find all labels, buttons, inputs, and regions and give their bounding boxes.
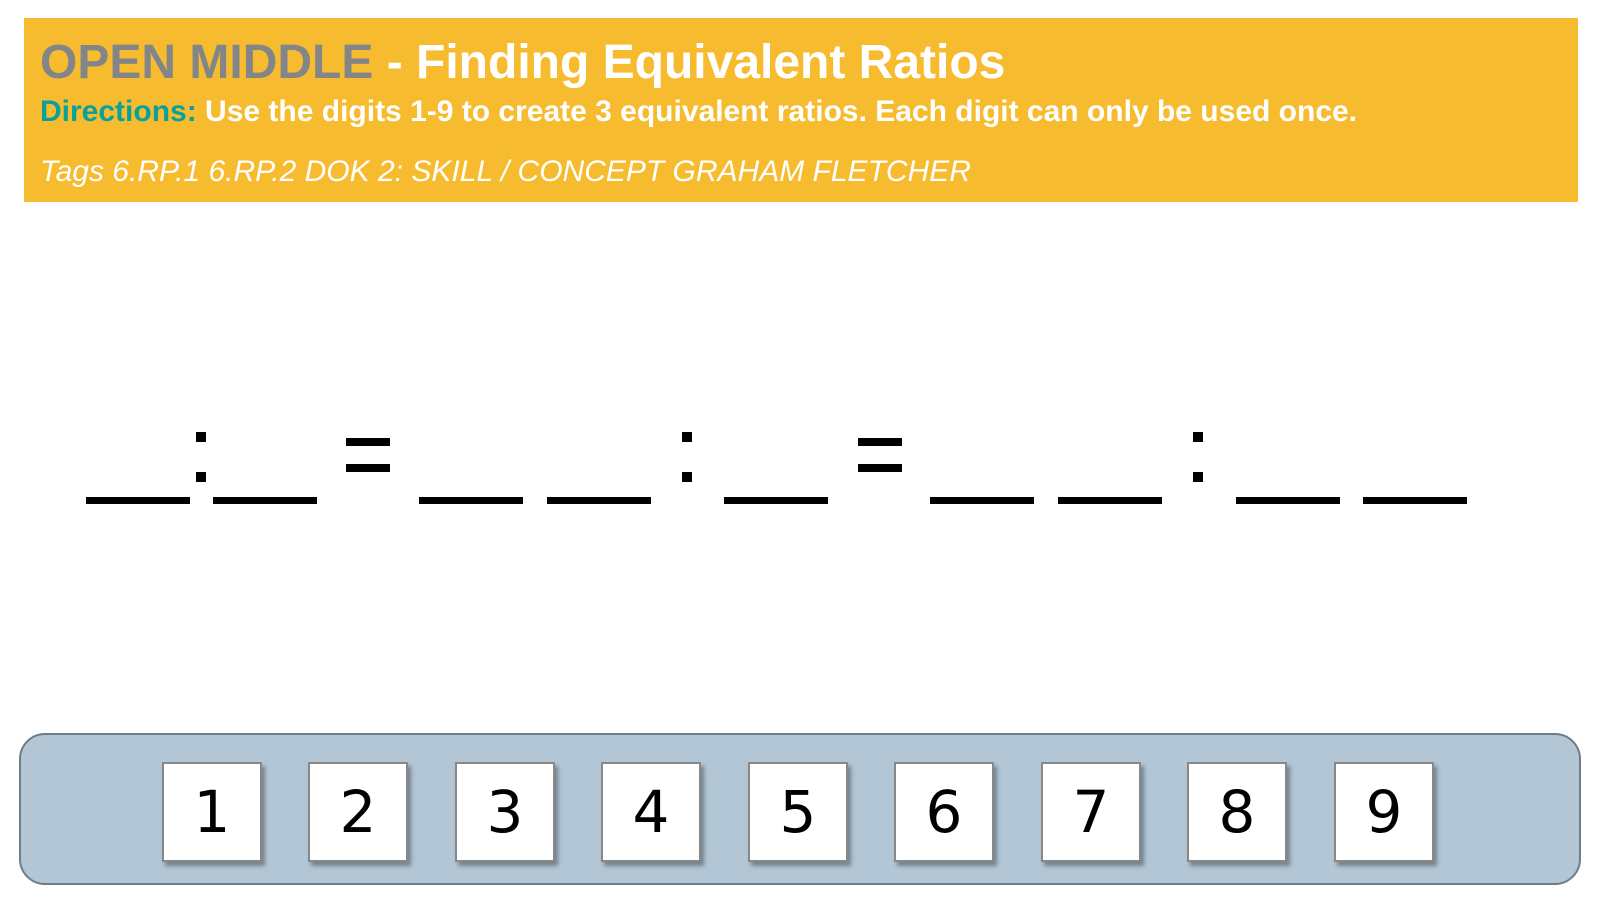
header-banner: OPEN MIDDLE - Finding Equivalent Ratios … <box>24 18 1578 202</box>
slide: OPEN MIDDLE - Finding Equivalent Ratios … <box>0 0 1600 900</box>
answer-blank[interactable] <box>724 497 828 504</box>
equals-sign <box>858 438 902 476</box>
digit-tile[interactable]: 4 <box>601 762 701 862</box>
page-title: OPEN MIDDLE - Finding Equivalent Ratios <box>40 36 1005 90</box>
brand-label: OPEN MIDDLE <box>40 36 374 89</box>
answer-blank[interactable] <box>1363 497 1467 504</box>
directions: Directions: Use the digits 1-9 to create… <box>40 94 1357 130</box>
answer-blank[interactable] <box>547 497 651 504</box>
directions-label: Directions: <box>40 95 197 128</box>
digit-tile[interactable]: 5 <box>748 762 848 862</box>
answer-blank[interactable] <box>930 497 1034 504</box>
answer-blank[interactable] <box>1236 497 1340 504</box>
directions-text: Use the digits 1-9 to create 3 equivalen… <box>196 95 1358 128</box>
answer-blank[interactable] <box>213 497 317 504</box>
answer-blank[interactable] <box>419 497 523 504</box>
digit-tile[interactable]: 7 <box>1041 762 1141 862</box>
digit-tile[interactable]: 8 <box>1187 762 1287 862</box>
digit-tile[interactable]: 3 <box>455 762 555 862</box>
digit-tile[interactable]: 6 <box>894 762 994 862</box>
title-text: - Finding Equivalent Ratios <box>373 36 1006 89</box>
digit-tile[interactable]: 1 <box>162 762 262 862</box>
equals-sign <box>346 438 390 476</box>
tags-line: Tags 6.RP.1 6.RP.2 DOK 2: SKILL / CONCEP… <box>40 155 971 188</box>
answer-blank[interactable] <box>86 497 190 504</box>
digit-tile[interactable]: 9 <box>1334 762 1434 862</box>
answer-blank[interactable] <box>1058 497 1162 504</box>
digit-tile[interactable]: 2 <box>308 762 408 862</box>
